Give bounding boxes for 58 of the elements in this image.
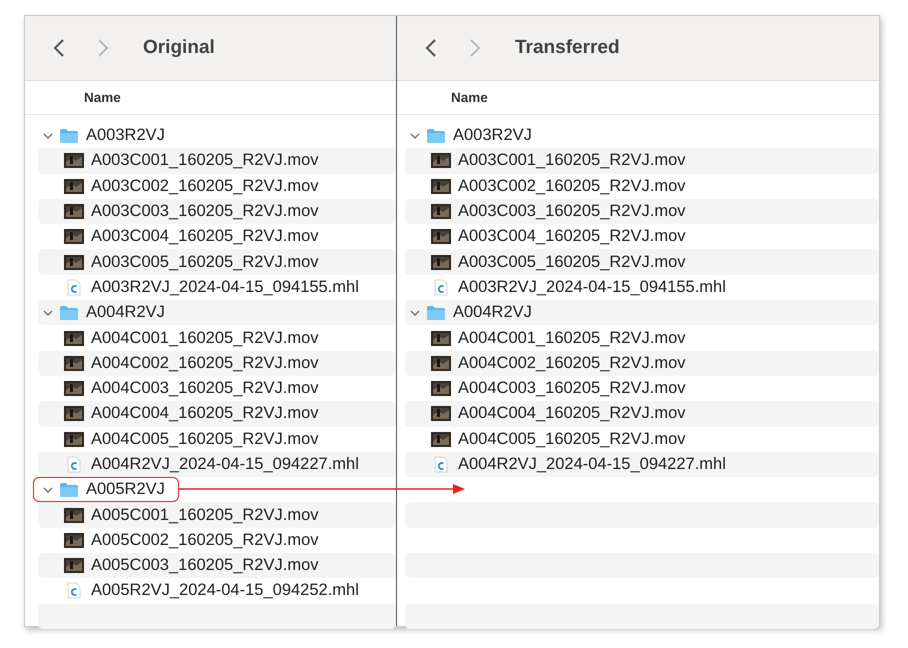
video-thumbnail-icon bbox=[64, 558, 84, 574]
video-thumbnail-icon bbox=[431, 204, 451, 220]
file-name[interactable]: A003C004_160205_R2VJ.mov bbox=[458, 227, 686, 246]
window-title: Original bbox=[143, 37, 215, 59]
video-thumbnail-icon bbox=[431, 381, 451, 396]
file-name[interactable]: A004C001_160205_R2VJ.mov bbox=[458, 328, 686, 348]
file-name[interactable]: A003C004_160205_R2VJ.mov bbox=[91, 227, 318, 246]
document-icon bbox=[434, 456, 448, 473]
file-name[interactable]: A003C002_160205_R2VJ.mov bbox=[91, 176, 318, 196]
video-thumbnail-icon bbox=[64, 432, 84, 447]
video-thumbnail-icon bbox=[64, 153, 84, 168]
folder-icon bbox=[59, 304, 79, 321]
folder-icon bbox=[59, 128, 79, 144]
video-thumbnail-icon bbox=[64, 381, 84, 396]
video-thumbnail-icon bbox=[431, 406, 451, 422]
file-name[interactable]: A004C001_160205_R2VJ.mov bbox=[91, 328, 318, 348]
window-title: Transferred bbox=[515, 37, 620, 59]
video-thumbnail-icon bbox=[64, 229, 84, 244]
video-thumbnail-icon bbox=[64, 532, 84, 548]
file-name[interactable]: A004C003_160205_R2VJ.mov bbox=[91, 379, 318, 398]
file-name[interactable]: A004C005_160205_R2VJ.mov bbox=[458, 430, 686, 449]
video-thumbnail-icon bbox=[64, 204, 84, 220]
video-thumbnail-icon bbox=[431, 330, 451, 346]
folder-name[interactable]: A004R2VJ bbox=[453, 303, 532, 322]
folder-name[interactable]: A005R2VJ bbox=[86, 480, 165, 500]
video-thumbnail-icon bbox=[431, 356, 451, 371]
folder-name[interactable]: A004R2VJ bbox=[86, 303, 165, 322]
file-name[interactable]: A003R2VJ_2024-04-15_094155.mhl bbox=[458, 278, 726, 297]
folder-icon bbox=[59, 482, 79, 498]
file-name[interactable]: A003R2VJ_2024-04-15_094155.mhl bbox=[91, 278, 359, 297]
video-thumbnail-icon bbox=[64, 508, 84, 523]
file-name[interactable]: A003C002_160205_R2VJ.mov bbox=[458, 176, 686, 196]
video-thumbnail-icon bbox=[64, 330, 84, 346]
video-thumbnail-icon bbox=[431, 254, 451, 270]
folder-name[interactable]: A003R2VJ bbox=[453, 126, 532, 146]
document-icon bbox=[434, 278, 448, 296]
folder-name[interactable]: A003R2VJ bbox=[86, 126, 165, 146]
folder-icon bbox=[426, 304, 446, 321]
video-thumbnail-icon bbox=[64, 178, 84, 194]
folder-icon bbox=[426, 128, 446, 144]
document-icon bbox=[67, 278, 81, 296]
video-thumbnail-icon bbox=[431, 153, 451, 168]
document-icon bbox=[67, 582, 81, 600]
video-thumbnail-icon bbox=[431, 432, 451, 447]
column-header[interactable]: Name bbox=[84, 90, 121, 105]
video-thumbnail-icon bbox=[64, 356, 84, 371]
file-name[interactable]: A005C002_160205_R2VJ.mov bbox=[91, 530, 318, 550]
file-name[interactable]: A004C005_160205_R2VJ.mov bbox=[91, 430, 318, 449]
video-thumbnail-icon bbox=[431, 178, 451, 194]
video-thumbnail-icon bbox=[431, 229, 451, 244]
back-icon[interactable] bbox=[425, 38, 437, 58]
back-icon[interactable] bbox=[53, 38, 65, 58]
video-thumbnail-icon bbox=[64, 254, 84, 270]
file-name[interactable]: A004C003_160205_R2VJ.mov bbox=[458, 379, 686, 398]
video-thumbnail-icon bbox=[64, 406, 84, 422]
column-header[interactable]: Name bbox=[451, 90, 488, 105]
document-icon bbox=[67, 456, 81, 473]
file-name[interactable]: A005R2VJ_2024-04-15_094252.mhl bbox=[91, 581, 359, 600]
